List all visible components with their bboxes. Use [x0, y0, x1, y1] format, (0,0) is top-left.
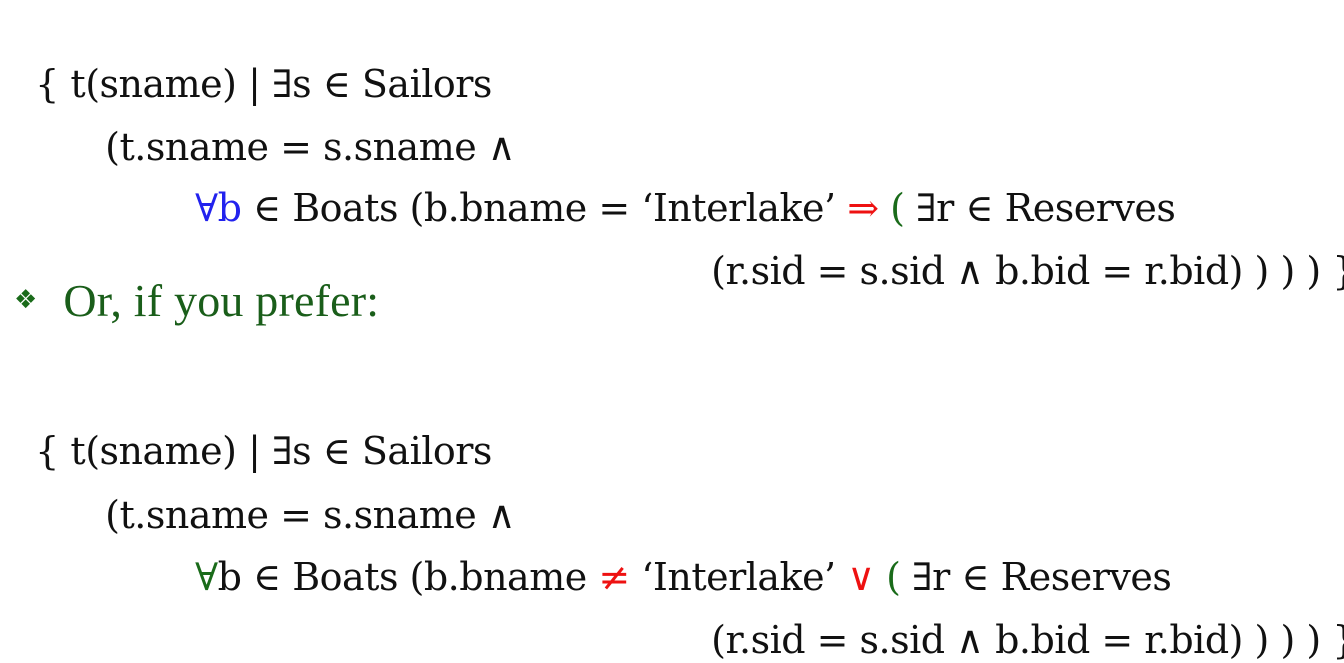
alternative-heading: Or, if you prefer:	[63, 274, 380, 326]
query2-forall-symbol: ∀	[195, 555, 218, 599]
query2-not-equal-symbol: ≠	[598, 555, 630, 599]
query2-join-condition: (r.sid = s.sid ∧ b.bid = r.bid) ) ) ) }	[711, 618, 1344, 662]
query1-forall-symbol: ∀	[195, 186, 218, 230]
query1-join-condition: (r.sid = s.sid ∧ b.bid = r.bid) ) ) ) }	[711, 249, 1344, 293]
query2-boats-condition: b ∈ Boats (b.bname	[217, 555, 599, 599]
query2-line4: (r.sid = s.sid ∧ b.bid = r.bid) ) ) ) }	[688, 571, 1344, 663]
diamond-bullet-icon: ❖	[14, 285, 38, 315]
alternative-bullet: ❖ Or, if you prefer:	[14, 272, 379, 328]
query1-boat-variable: b	[217, 186, 242, 230]
query1-line4: (r.sid = s.sid ∧ b.bid = r.bid) ) ) ) }	[688, 202, 1344, 294]
